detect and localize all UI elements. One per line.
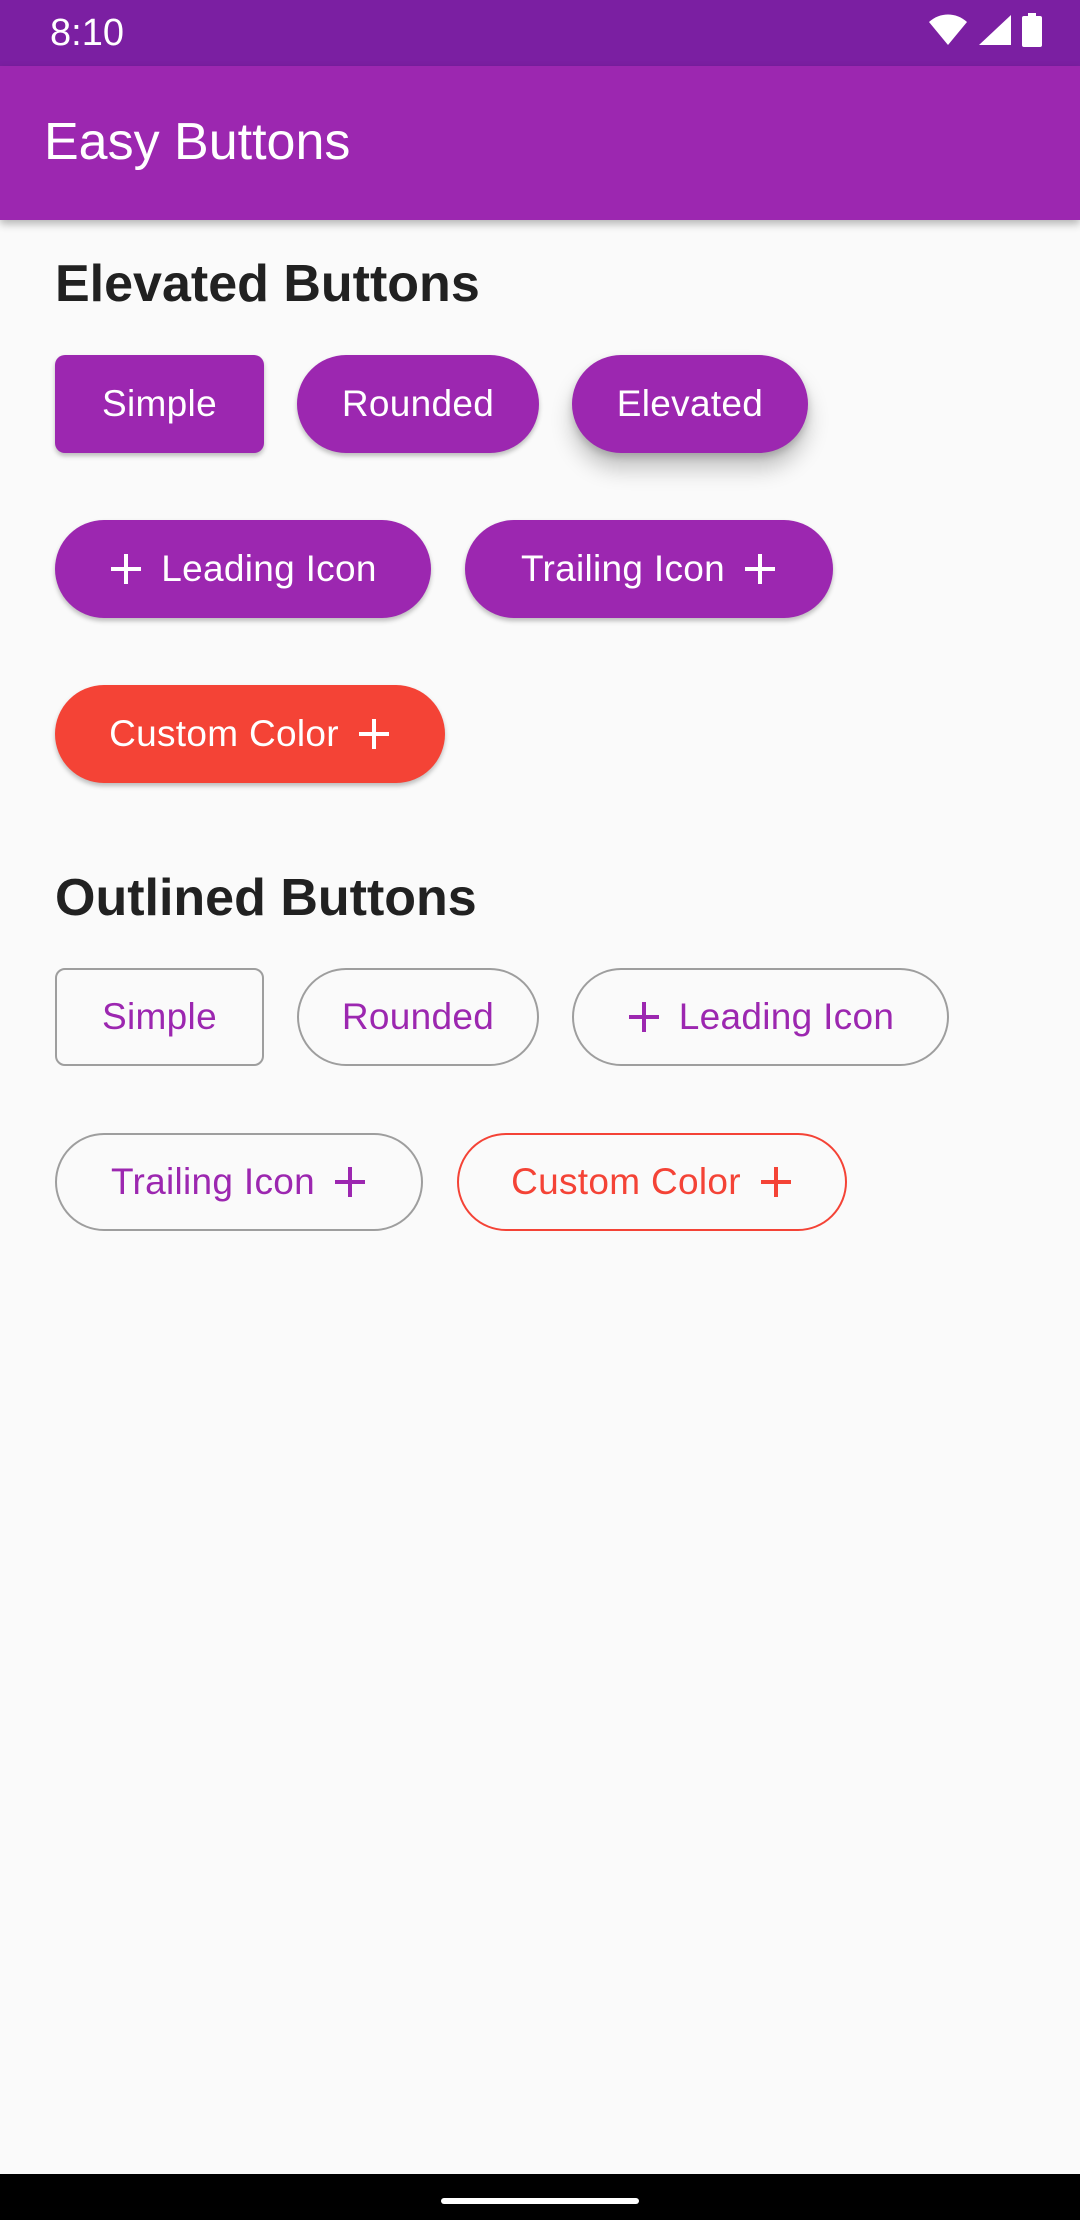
plus-icon	[333, 1165, 367, 1199]
outlined-simple-button[interactable]: Simple	[55, 968, 264, 1066]
elevated-rounded-button[interactable]: Rounded	[297, 355, 539, 453]
button-label: Leading Icon	[161, 548, 377, 589]
signal-icon	[978, 14, 1012, 51]
button-label: Rounded	[341, 383, 495, 424]
outlined-rounded-button[interactable]: Rounded	[297, 968, 539, 1066]
outlined-trailing-icon-button[interactable]: Trailing Icon	[55, 1133, 423, 1231]
status-bar: 8:10	[0, 0, 1080, 66]
elevated-simple-button[interactable]: Simple	[55, 355, 264, 453]
app-bar: Easy Buttons	[0, 66, 1080, 220]
elevated-trailing-icon-button[interactable]: Trailing Icon	[465, 520, 833, 618]
home-gesture-handle[interactable]	[441, 2198, 639, 2204]
plus-icon	[109, 552, 143, 586]
elevated-custom-color-button[interactable]: Custom Color	[55, 685, 445, 783]
button-label: Trailing Icon	[110, 1161, 316, 1202]
outlined-leading-icon-button[interactable]: Leading Icon	[572, 968, 949, 1066]
button-label: Elevated	[616, 383, 764, 424]
button-label: Simple	[102, 383, 217, 424]
plus-icon	[357, 717, 391, 751]
button-label: Trailing Icon	[520, 548, 726, 589]
plus-icon	[759, 1165, 793, 1199]
outlined-section-title: Outlined Buttons	[55, 869, 477, 927]
outlined-custom-color-button[interactable]: Custom Color	[457, 1133, 847, 1231]
button-label: Rounded	[341, 996, 495, 1037]
wifi-icon	[928, 14, 968, 51]
navigation-bar	[0, 2174, 1080, 2220]
button-label: Simple	[102, 996, 217, 1037]
status-icons	[928, 12, 1042, 52]
button-label: Leading Icon	[678, 996, 895, 1037]
plus-icon	[627, 1000, 661, 1034]
battery-icon	[1022, 12, 1042, 52]
app-title: Easy Buttons	[44, 113, 351, 171]
elevated-elevated-button[interactable]: Elevated	[572, 355, 808, 453]
elevated-section-title: Elevated Buttons	[55, 255, 480, 313]
status-time: 8:10	[50, 12, 124, 54]
button-label: Custom Color	[109, 713, 339, 754]
plus-icon	[743, 552, 777, 586]
elevated-leading-icon-button[interactable]: Leading Icon	[55, 520, 431, 618]
button-label: Custom Color	[511, 1161, 741, 1202]
